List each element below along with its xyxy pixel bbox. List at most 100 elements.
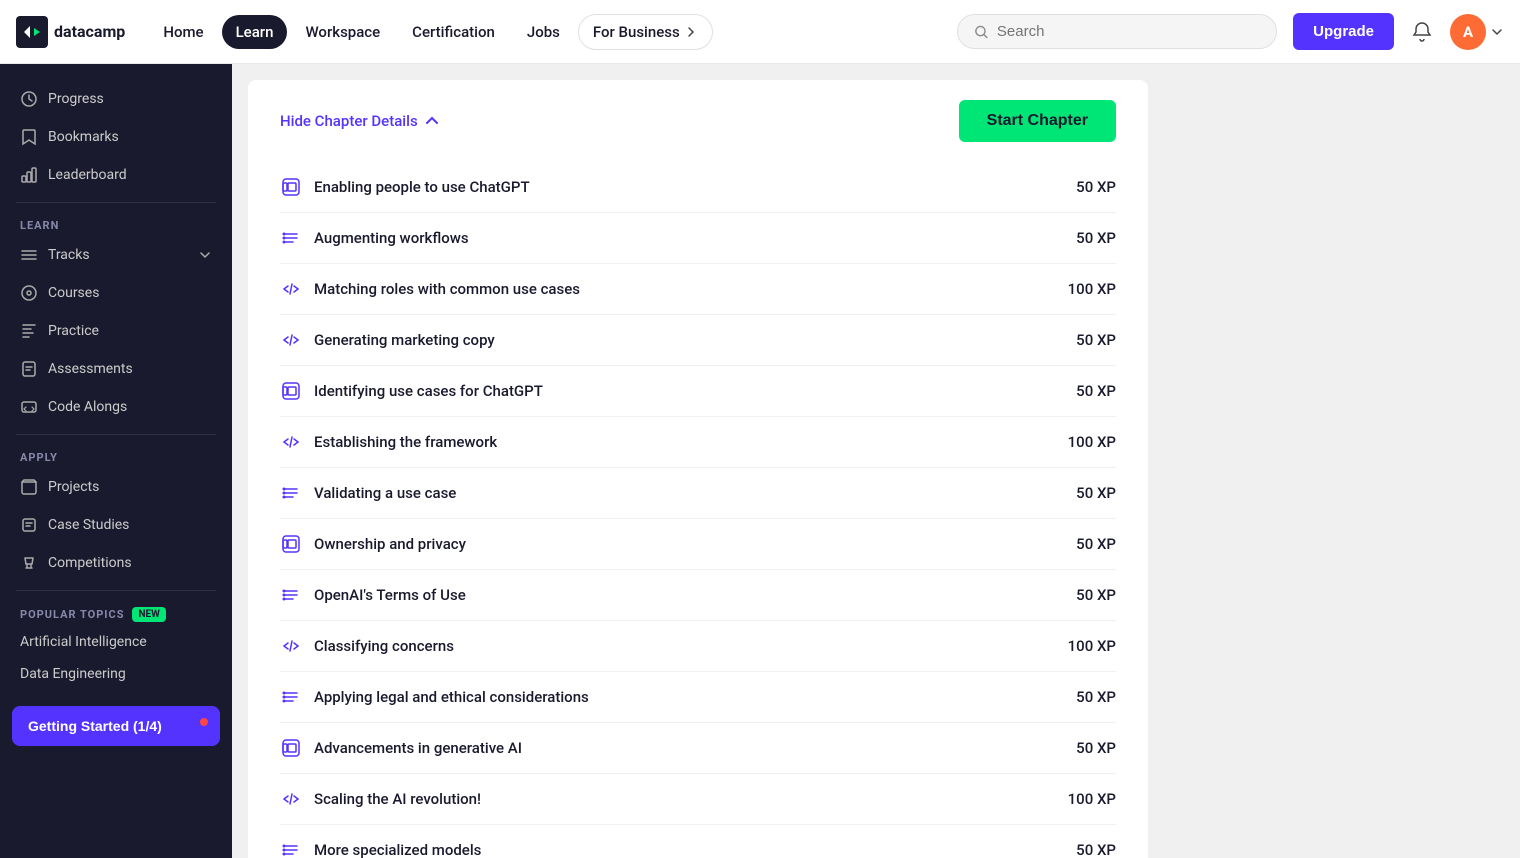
hide-chapter-details-link[interactable]: Hide Chapter Details xyxy=(280,112,440,130)
progress-icon xyxy=(20,90,38,108)
assessments-label: Assessments xyxy=(48,361,133,377)
lesson-title: Advancements in generative AI xyxy=(314,739,522,757)
search-icon xyxy=(974,24,989,40)
avatar-wrapper[interactable]: A xyxy=(1450,14,1504,50)
lesson-title: Applying legal and ethical consideration… xyxy=(314,688,589,706)
tracks-chevron-icon xyxy=(198,248,212,262)
nav-home[interactable]: Home xyxy=(149,15,217,49)
projects-label: Projects xyxy=(48,479,99,495)
tracks-label: Tracks xyxy=(48,247,90,263)
search-input[interactable] xyxy=(997,23,1260,40)
lesson-item[interactable]: Applying legal and ethical consideration… xyxy=(280,672,1116,723)
tracks-icon xyxy=(20,246,38,264)
upgrade-button[interactable]: Upgrade xyxy=(1293,13,1394,50)
getting-started-button[interactable]: Getting Started (1/4) xyxy=(12,706,220,746)
chapter-header: Hide Chapter Details Start Chapter xyxy=(280,100,1116,142)
lesson-xp: 50 XP xyxy=(1076,688,1116,706)
sidebar-topic-ai[interactable]: Artificial Intelligence xyxy=(0,626,232,658)
lesson-left: Matching roles with common use cases xyxy=(280,278,580,300)
case-studies-label: Case Studies xyxy=(48,517,129,533)
lesson-type-icon xyxy=(280,584,302,606)
lesson-xp: 50 XP xyxy=(1076,535,1116,553)
lesson-xp: 50 XP xyxy=(1076,178,1116,196)
nav-for-business[interactable]: For Business xyxy=(578,14,713,50)
sidebar-item-practice[interactable]: Practice xyxy=(0,312,232,350)
chevron-up-icon xyxy=(424,113,440,129)
sidebar-divider-2 xyxy=(16,434,216,435)
lesson-item[interactable]: Advancements in generative AI 50 XP xyxy=(280,723,1116,774)
lesson-title: Scaling the AI revolution! xyxy=(314,790,481,808)
lesson-title: Augmenting workflows xyxy=(314,229,469,247)
search-bar[interactable] xyxy=(957,14,1277,49)
lesson-item[interactable]: Validating a use case 50 XP xyxy=(280,468,1116,519)
lesson-item[interactable]: Augmenting workflows 50 XP xyxy=(280,213,1116,264)
lesson-type-icon xyxy=(280,635,302,657)
projects-icon xyxy=(20,478,38,496)
nav-jobs[interactable]: Jobs xyxy=(513,15,574,49)
sidebar-item-bookmarks[interactable]: Bookmarks xyxy=(0,118,232,156)
popular-topics-header: POPULAR TOPICS NEW xyxy=(0,599,232,626)
lesson-item[interactable]: Identifying use cases for ChatGPT 50 XP xyxy=(280,366,1116,417)
lesson-type-icon xyxy=(280,533,302,555)
nav-certification[interactable]: Certification xyxy=(398,15,509,49)
lesson-xp: 50 XP xyxy=(1076,586,1116,604)
lesson-title: More specialized models xyxy=(314,841,481,858)
lesson-item[interactable]: Matching roles with common use cases 100… xyxy=(280,264,1116,315)
nav-learn[interactable]: Learn xyxy=(222,15,288,49)
lesson-type-icon xyxy=(280,176,302,198)
notification-bell[interactable] xyxy=(1406,16,1438,48)
progress-label: Progress xyxy=(48,91,104,107)
sidebar-item-tracks[interactable]: Tracks xyxy=(0,236,232,274)
sidebar-item-leaderboard[interactable]: Leaderboard xyxy=(0,156,232,194)
lesson-type-icon xyxy=(280,686,302,708)
lesson-xp: 100 XP xyxy=(1068,637,1116,655)
lesson-item[interactable]: Enabling people to use ChatGPT 50 XP xyxy=(280,162,1116,213)
leaderboard-label: Leaderboard xyxy=(48,167,127,183)
lesson-title: Establishing the framework xyxy=(314,433,497,451)
lesson-left: Scaling the AI revolution! xyxy=(280,788,481,810)
lesson-left: More specialized models xyxy=(280,839,481,858)
sidebar-item-projects[interactable]: Projects xyxy=(0,468,232,506)
content-card: Hide Chapter Details Start Chapter Enabl… xyxy=(248,80,1148,858)
sidebar-item-progress[interactable]: Progress xyxy=(0,80,232,118)
lesson-type-icon xyxy=(280,227,302,249)
assessments-icon xyxy=(20,360,38,378)
lesson-item[interactable]: Scaling the AI revolution! 100 XP xyxy=(280,774,1116,825)
logo[interactable]: datacamp xyxy=(16,16,125,48)
sidebar-item-case-studies[interactable]: Case Studies xyxy=(0,506,232,544)
lesson-xp: 50 XP xyxy=(1076,229,1116,247)
sidebar-item-courses[interactable]: Courses xyxy=(0,274,232,312)
lesson-left: Advancements in generative AI xyxy=(280,737,522,759)
lesson-xp: 100 XP xyxy=(1068,280,1116,298)
start-chapter-button[interactable]: Start Chapter xyxy=(959,100,1116,142)
lesson-item[interactable]: More specialized models 50 XP xyxy=(280,825,1116,858)
lesson-type-icon xyxy=(280,737,302,759)
lesson-item[interactable]: Classifying concerns 100 XP xyxy=(280,621,1116,672)
lesson-title: Classifying concerns xyxy=(314,637,454,655)
lesson-left: Establishing the framework xyxy=(280,431,497,453)
new-badge: NEW xyxy=(132,607,165,622)
sidebar-item-assessments[interactable]: Assessments xyxy=(0,350,232,388)
hide-details-label: Hide Chapter Details xyxy=(280,112,418,130)
sidebar-item-code-alongs[interactable]: Code Alongs xyxy=(0,388,232,426)
lesson-list: Enabling people to use ChatGPT 50 XP Aug… xyxy=(280,162,1116,858)
sidebar-divider-3 xyxy=(16,590,216,591)
lesson-left: Classifying concerns xyxy=(280,635,454,657)
sidebar-item-competitions[interactable]: Competitions xyxy=(0,544,232,582)
leaderboard-icon xyxy=(20,166,38,184)
sidebar-topic-de[interactable]: Data Engineering xyxy=(0,658,232,690)
lesson-item[interactable]: OpenAI's Terms of Use 50 XP xyxy=(280,570,1116,621)
lesson-item[interactable]: Generating marketing copy 50 XP xyxy=(280,315,1116,366)
lesson-xp: 50 XP xyxy=(1076,841,1116,858)
lesson-item[interactable]: Ownership and privacy 50 XP xyxy=(280,519,1116,570)
learn-section-label: LEARN xyxy=(0,211,232,236)
lesson-item[interactable]: Establishing the framework 100 XP xyxy=(280,417,1116,468)
lesson-left: Generating marketing copy xyxy=(280,329,495,351)
apply-section-label: APPLY xyxy=(0,443,232,468)
lesson-title: Matching roles with common use cases xyxy=(314,280,580,298)
code-alongs-icon xyxy=(20,398,38,416)
lesson-xp: 50 XP xyxy=(1076,484,1116,502)
lesson-left: Augmenting workflows xyxy=(280,227,469,249)
nav-workspace[interactable]: Workspace xyxy=(291,15,394,49)
courses-icon xyxy=(20,284,38,302)
